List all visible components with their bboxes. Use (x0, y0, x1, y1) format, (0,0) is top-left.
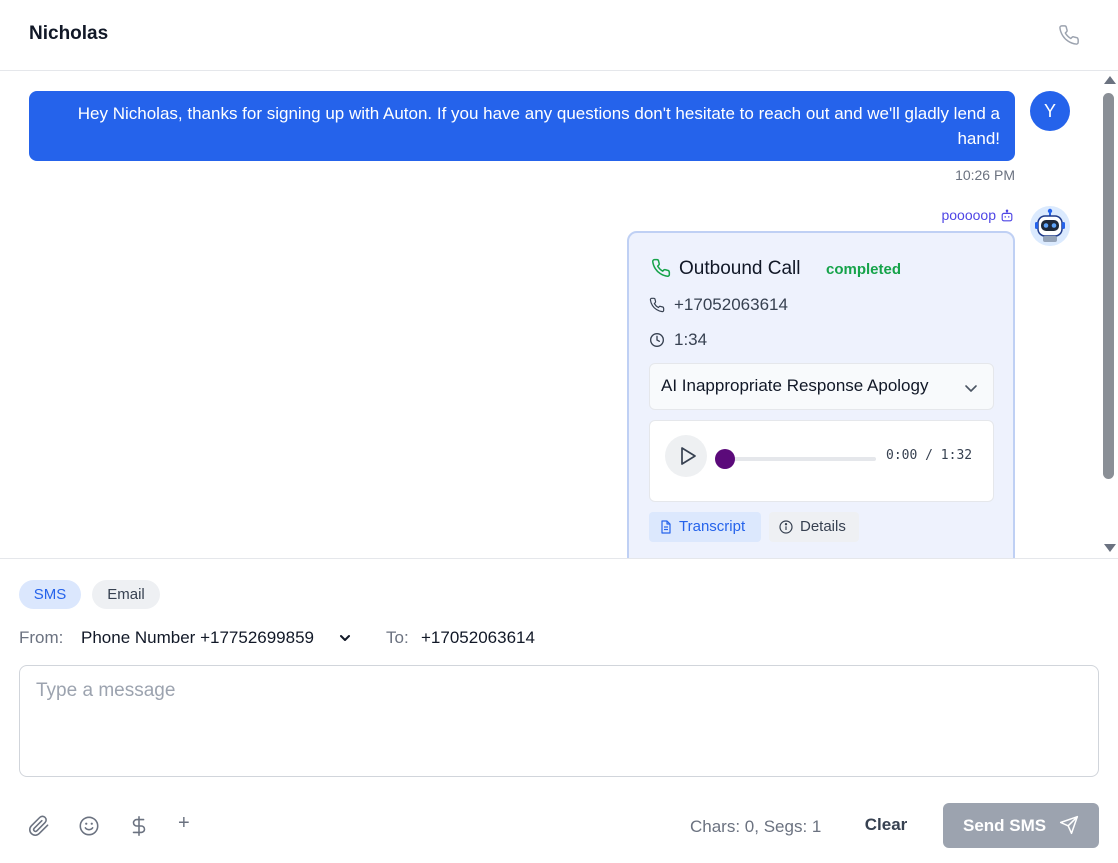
from-number-select[interactable]: Phone Number +17752699859 (81, 628, 356, 650)
bot-icon (1001, 209, 1013, 222)
audio-time-readout: 0:00 / 1:32 (886, 448, 973, 463)
to-number-value: +17052063614 (421, 628, 535, 647)
character-counter: Chars: 0, Segs: 1 (690, 817, 822, 836)
call-log-card: Outbound Call completed +17052063614 1:3… (627, 231, 1015, 559)
to-label: To: (386, 628, 409, 647)
thread-scrollbar[interactable] (1101, 71, 1118, 559)
call-summary-dropdown[interactable]: AI Inappropriate Response Apology (649, 363, 994, 410)
channel-tab-sms[interactable]: SMS (19, 580, 81, 609)
send-sms-label: Send SMS (963, 816, 1047, 835)
user-avatar: Y (1030, 91, 1070, 131)
conversation-header: Nicholas (0, 0, 1118, 71)
info-icon (779, 520, 793, 534)
phone-number-icon (649, 297, 665, 313)
play-button[interactable] (665, 435, 707, 477)
paperclip-icon[interactable] (28, 815, 50, 837)
phone-icon (652, 258, 671, 277)
scroll-up-arrow[interactable] (1104, 76, 1116, 84)
clear-button[interactable]: Clear (856, 810, 916, 840)
robot-avatar (1030, 206, 1070, 246)
message-thread[interactable]: Hey Nicholas, thanks for signing up with… (0, 71, 1118, 559)
call-title: Outbound Call (679, 258, 801, 279)
contact-name: Nicholas (29, 23, 109, 44)
scroll-thumb[interactable] (1103, 93, 1114, 479)
channel-tab-email[interactable]: Email (92, 580, 160, 609)
audio-progress-knob[interactable] (715, 449, 735, 469)
smiley-icon[interactable] (78, 815, 100, 837)
audio-progress-track[interactable] (724, 457, 876, 461)
clock-icon (650, 333, 664, 347)
call-summary-title: AI Inappropriate Response Apology (661, 376, 929, 395)
outgoing-message-bubble: Hey Nicholas, thanks for signing up with… (29, 91, 1015, 161)
details-label: Details (800, 518, 846, 535)
chevron-down-icon (340, 635, 350, 641)
message-timestamp: 10:26 PM (955, 167, 1015, 183)
play-icon (681, 447, 696, 465)
message-composer: SMS Email From: Phone Number +1775269985… (0, 558, 1118, 863)
from-label: From: (19, 628, 64, 647)
plus-icon[interactable]: + (178, 812, 190, 835)
outgoing-message-text: Hey Nicholas, thanks for signing up with… (77, 104, 1000, 148)
call-phone-number: +17052063614 (674, 295, 788, 314)
transcript-button[interactable]: Transcript (649, 512, 761, 542)
audio-player: 0:00 / 1:32 (649, 420, 994, 502)
document-icon (661, 520, 671, 534)
sender-name: pooooop (941, 207, 996, 223)
from-number-value: Phone Number +17752699859 (81, 628, 314, 647)
chevron-down-icon (965, 385, 977, 392)
transcript-label: Transcript (679, 518, 746, 535)
message-input[interactable] (19, 665, 1099, 777)
phone-icon[interactable] (1058, 24, 1080, 46)
details-button[interactable]: Details (769, 512, 859, 542)
send-sms-button[interactable]: Send SMS (943, 803, 1099, 848)
send-icon (1059, 815, 1079, 835)
dollar-icon[interactable] (128, 815, 150, 837)
scroll-down-arrow[interactable] (1104, 544, 1116, 552)
call-duration: 1:34 (674, 330, 708, 349)
call-status-badge: completed (826, 261, 902, 278)
